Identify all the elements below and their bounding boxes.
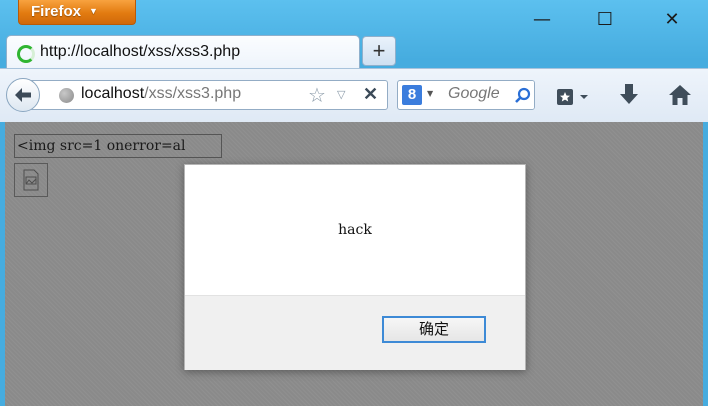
alert-footer: 确定 [185,295,525,370]
url-bar[interactable]: localhost/xss/xss3.php ☆ ▽ ✕ [30,80,388,110]
history-dropdown-icon[interactable]: ▽ [337,88,345,101]
bookmarks-menu-button[interactable] [556,88,590,111]
broken-image [14,163,48,197]
chevron-down-icon: ▼ [89,6,98,16]
home-button[interactable] [668,84,692,111]
firefox-menu-label: Firefox [31,3,82,20]
alert-dialog: hack 确定 [184,164,526,370]
tab-active[interactable]: http://localhost/xss/xss3.php [6,35,360,69]
broken-image-icon [23,169,39,191]
loading-spinner-icon [17,45,35,63]
downloads-button[interactable] [618,83,640,112]
search-button[interactable] [512,81,534,109]
tab-title: http://localhost/xss/xss3.php [40,43,241,60]
stop-icon[interactable]: ✕ [363,84,378,105]
url-path: /xss/xss3.php [144,85,242,102]
url-text: localhost/xss/xss3.php [81,85,241,103]
back-arrow-icon [15,88,31,102]
search-input[interactable]: Google [448,85,500,103]
globe-icon [59,88,74,103]
search-engine-icon[interactable]: 8 [402,85,422,105]
download-icon [620,84,638,104]
star-icon[interactable]: ☆ [308,83,326,107]
chevron-down-icon: ▼ [427,89,434,98]
maximize-button[interactable]: ☐ [585,8,625,32]
magnifier-icon [515,87,531,103]
browser-window: Firefox ▼ — ☐ ✕ http://localhost/xss/xss3… [0,0,708,406]
alert-message: hack [338,222,372,238]
back-button[interactable] [6,78,40,112]
url-host: localhost [81,85,145,102]
search-bar[interactable]: 8 ▼ Google [397,80,535,110]
xss-text-input[interactable]: <img src=1 onerror=al [14,134,222,158]
minimize-button[interactable]: — [522,8,562,32]
firefox-menu-button[interactable]: Firefox ▼ [18,0,136,25]
home-icon [669,85,691,105]
bookmarks-menu-icon [557,89,588,105]
page-content: <img src=1 onerror=al hack 确定 [5,122,703,406]
new-tab-button[interactable]: + [362,36,396,66]
ok-button[interactable]: 确定 [382,316,486,343]
navigation-toolbar: localhost/xss/xss3.php ☆ ▽ ✕ 8 ▼ Google [0,68,708,122]
close-button[interactable]: ✕ [652,8,692,32]
